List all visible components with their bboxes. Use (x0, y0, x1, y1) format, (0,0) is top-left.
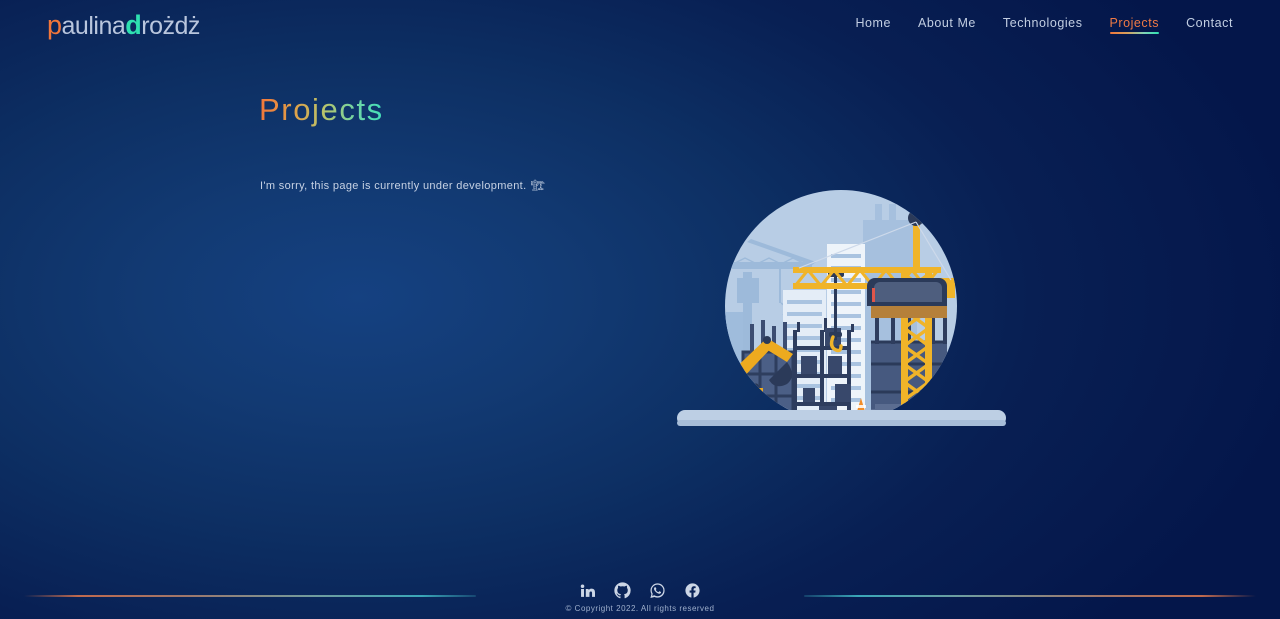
linkedin-icon[interactable] (579, 582, 596, 599)
nav-link-home[interactable]: Home (855, 16, 891, 34)
social-links (579, 582, 701, 599)
main-navigation: Home About Me Technologies Projects Cont… (855, 16, 1233, 34)
logo-text-aulina: aulina (61, 11, 126, 40)
site-header: paulinadrożdż Home About Me Technologies… (0, 0, 1280, 50)
page-title: Projects (259, 92, 384, 127)
nav-link-projects[interactable]: Projects (1109, 16, 1160, 34)
site-footer: © Copyright 2022. All rights reserved (0, 557, 1280, 619)
construction-site-illustration (675, 182, 1008, 430)
facebook-icon[interactable] (684, 582, 701, 599)
logo-letter-p: p (47, 9, 62, 40)
nav-link-contact[interactable]: Contact (1186, 16, 1233, 34)
nav-link-technologies[interactable]: Technologies (1003, 16, 1083, 34)
footer-center: © Copyright 2022. All rights reserved (0, 582, 1280, 613)
page-subtitle: I'm sorry, this page is currently under … (260, 180, 545, 192)
copyright-text: © Copyright 2022. All rights reserved (565, 604, 715, 613)
logo-text-rozdz: rożdż (141, 11, 200, 40)
construction-emoji-icon: 🏗 (530, 179, 545, 192)
page-subtitle-text: I'm sorry, this page is currently under … (260, 180, 527, 192)
nav-link-about-me[interactable]: About Me (918, 16, 976, 34)
site-logo[interactable]: paulinadrożdż (47, 9, 200, 40)
logo-letter-d: d (125, 9, 142, 40)
whatsapp-icon[interactable] (649, 582, 666, 599)
github-icon[interactable] (614, 582, 631, 599)
